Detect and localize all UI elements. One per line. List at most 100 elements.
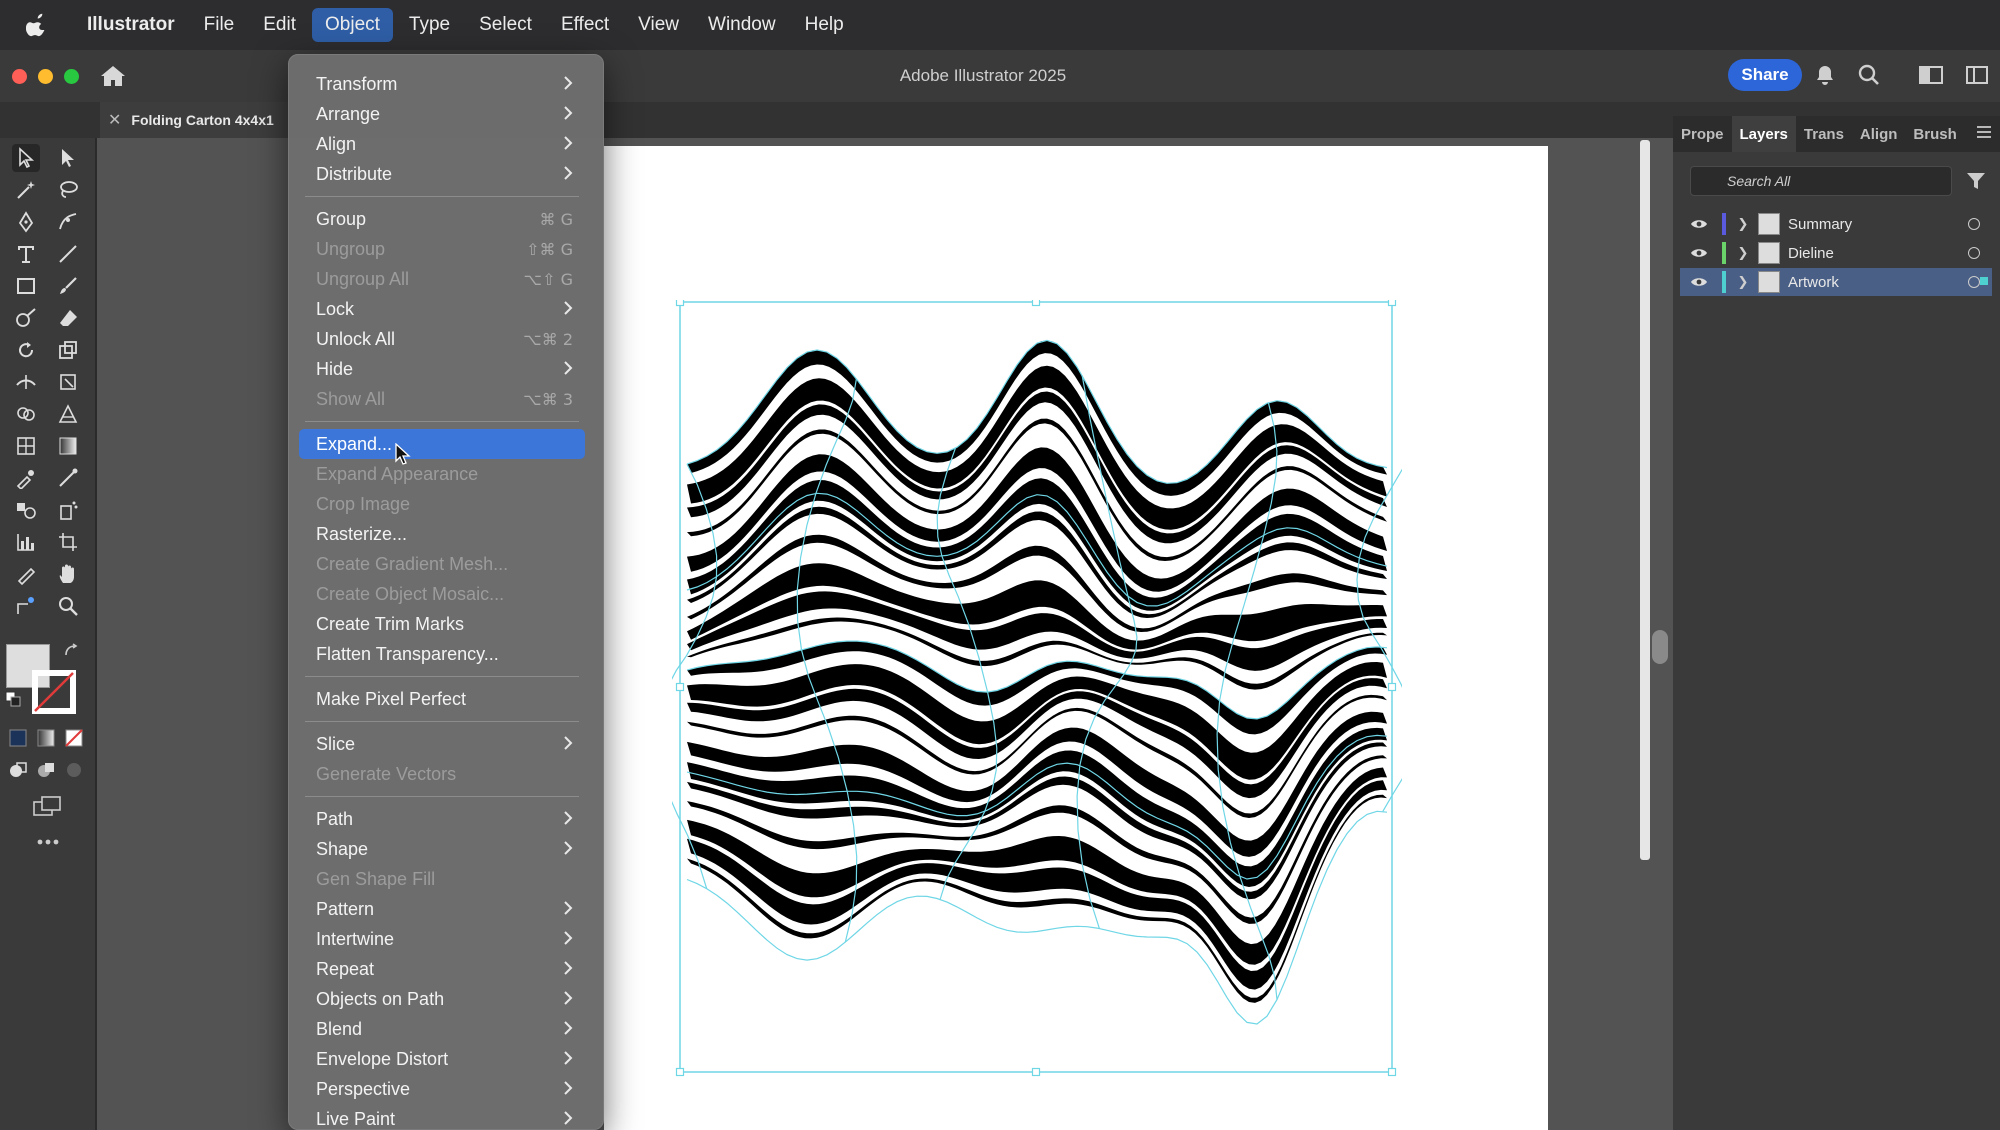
paintbrush-icon[interactable] [54,272,82,300]
menu-object[interactable]: Object [312,8,393,42]
menu-item-live-paint[interactable]: Live Paint [299,1104,585,1130]
search-icon[interactable] [1856,62,1882,88]
slice-tool-icon[interactable] [12,560,40,588]
draw-normal-icon[interactable] [6,758,30,782]
shape-builder-icon[interactable] [12,400,40,428]
menu-item-flatten-transparency[interactable]: Flatten Transparency... [299,639,585,669]
menu-item-group[interactable]: Group ⌘ G [299,204,585,234]
selection-handle[interactable] [1387,300,1397,307]
layer-target-icon[interactable] [1968,247,1980,259]
menu-item-distribute[interactable]: Distribute [299,159,585,189]
visibility-eye-icon[interactable] [1684,247,1714,259]
mesh-tool-icon[interactable] [12,432,40,460]
gradient-tool-icon[interactable] [54,432,82,460]
menu-item-envelope-distort[interactable]: Envelope Distort [299,1044,585,1074]
menu-item-hide[interactable]: Hide [299,354,585,384]
vertical-scrollbar-track[interactable] [1640,140,1650,860]
menu-item-pattern[interactable]: Pattern [299,894,585,924]
vertical-scrollbar-thumb[interactable] [1652,630,1668,664]
menu-item-repeat[interactable]: Repeat [299,954,585,984]
tab-transform[interactable]: Trans [1796,116,1852,153]
document-tab[interactable]: ✕ Folding Carton 4x4x1 [100,102,290,138]
workspace-icon[interactable] [1918,62,1944,88]
menu-item-perspective[interactable]: Perspective [299,1074,585,1104]
shaper-tool-icon[interactable] [12,304,40,332]
measure-icon[interactable] [54,464,82,492]
scale-tool-icon[interactable] [54,336,82,364]
menu-select[interactable]: Select [466,8,545,42]
perspective-grid-icon[interactable] [54,400,82,428]
menu-file[interactable]: File [191,8,248,42]
menu-item-arrange[interactable]: Arrange [299,99,585,129]
layer-row-summary[interactable]: ❯ Summary [1680,210,1992,238]
layer-target-icon[interactable] [1968,276,1980,288]
close-tab-icon[interactable]: ✕ [108,110,121,130]
menu-item-lock[interactable]: Lock [299,294,585,324]
menu-type[interactable]: Type [396,8,463,42]
tab-layers[interactable]: Layers [1731,115,1796,153]
column-graph-icon[interactable] [12,528,40,556]
menu-item-align[interactable]: Align [299,129,585,159]
draw-behind-icon[interactable] [34,758,58,782]
expand-chevron-icon[interactable]: ❯ [1732,245,1754,261]
width-tool-icon[interactable] [12,368,40,396]
tab-properties[interactable]: Prope [1673,116,1732,153]
color-mode-icon[interactable] [6,726,30,750]
menu-illustrator[interactable]: Illustrator [74,8,188,42]
menu-item-create-trim-marks[interactable]: Create Trim Marks [299,609,585,639]
menu-effect[interactable]: Effect [548,8,622,42]
menu-edit[interactable]: Edit [250,8,309,42]
menu-item-slice[interactable]: Slice [299,729,585,759]
visibility-eye-icon[interactable] [1684,276,1714,288]
free-transform-icon[interactable] [54,368,82,396]
default-colors-icon[interactable] [4,690,22,708]
panel-menu-icon[interactable] [1976,125,1992,144]
blend-tool-icon[interactable] [12,496,40,524]
none-mode-icon[interactable] [62,726,86,750]
menu-window[interactable]: Window [695,8,789,42]
visibility-eye-icon[interactable] [1684,218,1714,230]
selection-handle[interactable] [1387,1067,1397,1077]
wavy-stripes-artwork[interactable] [672,300,1402,1090]
tab-brushes[interactable]: Brush [1905,116,1964,153]
menu-item-make-pixel-perfect[interactable]: Make Pixel Perfect [299,684,585,714]
artboard-tool-icon[interactable] [54,528,82,556]
tab-align[interactable]: Align [1852,116,1906,153]
selection-handle[interactable] [675,1067,685,1077]
layer-row-dieline[interactable]: ❯ Dieline [1680,239,1992,267]
curvature-tool-icon[interactable] [54,208,82,236]
menu-help[interactable]: Help [792,8,857,42]
panel-toggle-icon[interactable] [1964,62,1990,88]
rotate-tool-icon[interactable] [12,336,40,364]
menu-item-blend[interactable]: Blend [299,1014,585,1044]
layers-search-input[interactable]: Search All [1690,166,1952,196]
line-tool-icon[interactable] [54,240,82,268]
symbol-sprayer-icon[interactable] [54,496,82,524]
selection-handle[interactable] [1031,300,1041,307]
menu-item-rasterize[interactable]: Rasterize... [299,519,585,549]
puppet-warp-icon[interactable] [12,592,40,620]
pen-tool-icon[interactable] [12,208,40,236]
apple-icon[interactable] [24,12,50,38]
filter-icon[interactable] [1966,172,1986,195]
eraser-icon[interactable] [54,304,82,332]
menu-item-shape[interactable]: Shape [299,834,585,864]
swap-fill-stroke-icon[interactable] [62,642,80,660]
expand-chevron-icon[interactable]: ❯ [1732,216,1754,232]
direct-selection-tool-icon[interactable] [54,144,82,172]
lasso-icon[interactable] [54,176,82,204]
screen-mode-icon[interactable] [30,792,66,820]
type-tool-icon[interactable] [12,240,40,268]
eyedropper-icon[interactable] [12,464,40,492]
gradient-mode-icon[interactable] [34,726,58,750]
menu-item-unlock-all[interactable]: Unlock All ⌥⌘ 2 [299,324,585,354]
hand-tool-icon[interactable] [54,560,82,588]
bell-icon[interactable] [1812,62,1838,88]
selection-handle[interactable] [1387,682,1397,692]
share-button[interactable]: Share [1728,59,1802,91]
draw-inside-icon[interactable] [62,758,86,782]
menu-view[interactable]: View [625,8,692,42]
menu-item-transform[interactable]: Transform [299,69,585,99]
expand-chevron-icon[interactable]: ❯ [1732,274,1754,290]
rectangle-tool-icon[interactable] [12,272,40,300]
